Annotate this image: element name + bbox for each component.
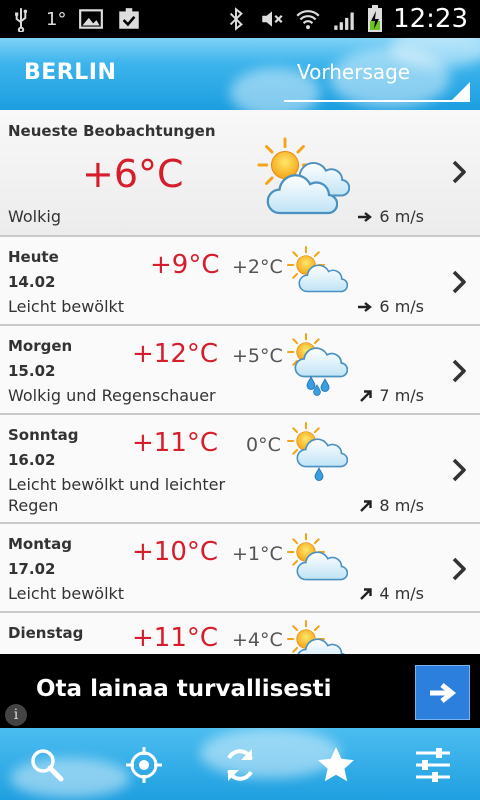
wind-north-east-arrow-icon [359, 587, 373, 601]
settings-sliders-icon [416, 748, 450, 782]
refresh-icon [227, 749, 253, 781]
search-button[interactable] [22, 740, 72, 790]
forecast-wind: 6 m/s [357, 297, 424, 316]
forecast-min-temperature: 0°C [246, 434, 281, 456]
wifi-icon [296, 10, 320, 30]
status-bar: 1° 12:23 [0, 0, 480, 38]
chevron-right-icon [452, 359, 466, 383]
wind-east-arrow-icon [357, 211, 373, 223]
forecast-row[interactable]: Montag 17.02 +10°C +1°C Leicht bewölkt 4… [0, 524, 480, 613]
forecast-date: 16.02 [8, 451, 56, 469]
sun-cloud-icon [287, 620, 348, 654]
settings-button[interactable] [408, 740, 458, 790]
bottom-toolbar [0, 728, 480, 800]
forecast-row[interactable]: Sonntag 16.02 +11°C 0°C Leicht bewölkt u… [0, 415, 480, 524]
forecast-min-temperature: +2°C [232, 256, 283, 278]
forecast-row[interactable]: Heute 14.02 +9°C +2°C Leicht bewölkt 6 m… [0, 237, 480, 326]
locate-icon [126, 747, 162, 783]
sun-cloud-light-rain-icon [287, 422, 348, 481]
wind-speed: 8 m/s [379, 496, 424, 515]
dropdown-corner-icon [452, 82, 470, 100]
wind-speed: 6 m/s [379, 297, 424, 316]
forecast-max-temperature: +10°C [132, 537, 219, 567]
sun-cloud-icon [287, 246, 348, 293]
image-icon [79, 9, 104, 29]
wind-north-east-arrow-icon [359, 389, 373, 403]
forecast-wind: 7 m/s [359, 386, 424, 405]
ad-text[interactable]: Ota lainaa turvallisesti [36, 676, 332, 702]
weather-list[interactable]: Neueste Beobachtungen +6°C Wolkig 6 m/s … [0, 110, 480, 654]
forecast-dropdown-label: Vorhersage [297, 60, 411, 84]
wind-north-east-arrow-icon [359, 499, 373, 513]
forecast-wind: 8 m/s [359, 496, 424, 515]
forecast-max-temperature: +12°C [132, 339, 219, 369]
forecast-day: Sonntag [8, 426, 79, 444]
task-done-icon [119, 8, 140, 29]
forecast-min-temperature: +1°C [232, 543, 283, 565]
app-header: BERLIN Vorhersage [0, 38, 480, 110]
wind-speed: 6 m/s [379, 207, 424, 226]
partly-cloudy-icon [257, 137, 350, 215]
signal-icon [334, 12, 354, 30]
arrow-right-icon [429, 682, 456, 703]
ad-info-icon[interactable]: i [5, 704, 27, 726]
forecast-date: 15.02 [8, 362, 56, 380]
status-time: 12:23 [393, 4, 468, 34]
forecast-row[interactable]: Dienstag +11°C +4°C [0, 613, 480, 654]
favorites-button[interactable] [311, 740, 361, 790]
dropdown-underline [284, 100, 470, 102]
forecast-wind: 4 m/s [359, 584, 424, 603]
chevron-right-icon [452, 160, 466, 184]
sun-cloud-rain-icon [287, 333, 348, 396]
wind-speed: 4 m/s [379, 584, 424, 603]
forecast-min-temperature: +4°C [232, 629, 283, 651]
observation-condition: Wolkig [8, 207, 61, 226]
forecast-date: 14.02 [8, 273, 56, 291]
wind-speed: 7 m/s [379, 386, 424, 405]
battery-charging-icon [368, 5, 383, 32]
forecast-day: Heute [8, 248, 59, 266]
chevron-right-icon [452, 270, 466, 294]
city-title[interactable]: BERLIN [24, 60, 116, 85]
observation-row[interactable]: Neueste Beobachtungen +6°C Wolkig 6 m/s [0, 110, 480, 237]
forecast-day: Montag [8, 535, 72, 553]
forecast-condition: Leicht bewölkt und leichter [8, 475, 226, 494]
observation-temperature: +6°C [82, 152, 184, 196]
bluetooth-icon [229, 7, 243, 31]
chevron-right-icon [452, 557, 466, 581]
refresh-button[interactable] [215, 740, 265, 790]
forecast-condition: Leicht bewölkt [8, 584, 125, 603]
forecast-dropdown[interactable]: Vorhersage [284, 60, 476, 106]
forecast-day: Morgen [8, 337, 73, 355]
status-temperature: 1° [46, 8, 67, 30]
wind-east-arrow-icon [357, 301, 373, 313]
search-icon [31, 749, 64, 782]
favorite-star-icon [318, 747, 354, 782]
mute-icon [262, 11, 283, 27]
forecast-min-temperature: +5°C [232, 345, 283, 367]
forecast-max-temperature: +11°C [132, 428, 219, 458]
locate-button[interactable] [119, 740, 169, 790]
forecast-condition: Leicht bewölkt [8, 297, 125, 316]
usb-icon [15, 8, 28, 32]
forecast-max-temperature: +11°C [132, 623, 219, 653]
forecast-date: 17.02 [8, 560, 56, 578]
observation-title: Neueste Beobachtungen [8, 122, 216, 140]
forecast-day: Dienstag [8, 624, 84, 642]
forecast-condition-line2: Regen [8, 496, 59, 515]
forecast-max-temperature: +9°C [150, 250, 220, 280]
chevron-right-icon [452, 458, 466, 482]
sun-cloud-icon [287, 533, 348, 581]
forecast-condition: Wolkig und Regenschauer [8, 386, 216, 405]
ad-arrow-button[interactable] [415, 665, 470, 720]
observation-wind: 6 m/s [357, 207, 424, 226]
forecast-row[interactable]: Morgen 15.02 +12°C +5°C Wolkig und Regen… [0, 326, 480, 415]
ad-banner[interactable]: Ota lainaa turvallisesti i [0, 654, 480, 728]
